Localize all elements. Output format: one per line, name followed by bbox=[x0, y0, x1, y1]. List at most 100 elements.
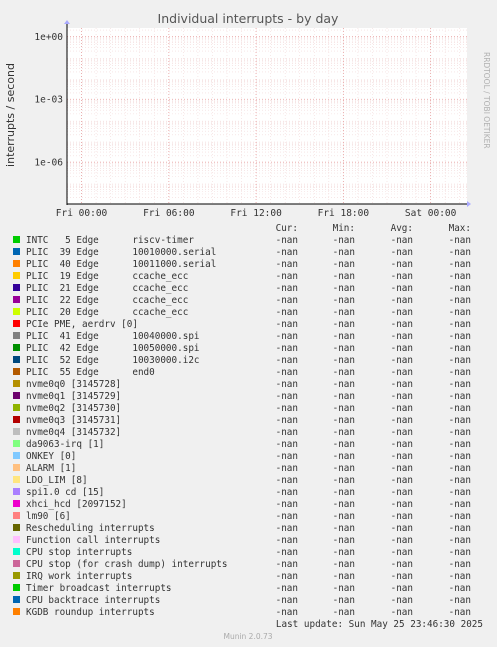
legend-value-avg: -nan bbox=[391, 607, 413, 618]
legend-value-max: -nan bbox=[449, 259, 471, 270]
legend-series-name: PLIC 20 Edge ccache_ecc bbox=[26, 307, 188, 318]
chart-title: Individual interrupts - by day bbox=[158, 11, 340, 26]
legend-value-max: -nan bbox=[449, 283, 471, 294]
legend-series-name: lm90 [6] bbox=[26, 511, 71, 522]
legend-value-max: -nan bbox=[449, 343, 471, 354]
legend-value-avg: -nan bbox=[391, 499, 413, 510]
x-tick-label: Fri 06:00 bbox=[143, 208, 195, 219]
legend-swatch bbox=[13, 428, 20, 435]
legend-value-avg: -nan bbox=[391, 331, 413, 342]
legend-value-min: -nan bbox=[333, 271, 355, 282]
legend-value-cur: -nan bbox=[276, 487, 298, 498]
legend-swatch bbox=[13, 536, 20, 543]
legend-value-cur: -nan bbox=[276, 427, 298, 438]
legend-value-max: -nan bbox=[449, 427, 471, 438]
legend-value-avg: -nan bbox=[391, 295, 413, 306]
legend-value-avg: -nan bbox=[391, 307, 413, 318]
legend-value-max: -nan bbox=[449, 547, 471, 558]
legend-series-name: PLIC 55 Edge end0 bbox=[26, 367, 155, 378]
legend-swatch bbox=[13, 404, 20, 411]
legend-value-avg: -nan bbox=[391, 343, 413, 354]
legend-swatch bbox=[13, 272, 20, 279]
legend-series-name: PLIC 40 Edge 10011000.serial bbox=[26, 259, 216, 270]
legend-value-avg: -nan bbox=[391, 391, 413, 402]
legend-value-max: -nan bbox=[449, 247, 471, 258]
legend-series-name: PLIC 42 Edge 10050000.spi bbox=[26, 343, 200, 354]
legend-swatch bbox=[13, 500, 20, 507]
legend-swatch bbox=[13, 320, 20, 327]
legend-value-avg: -nan bbox=[391, 319, 413, 330]
legend-value-min: -nan bbox=[333, 343, 355, 354]
legend-swatch bbox=[13, 440, 20, 447]
legend-value-cur: -nan bbox=[276, 379, 298, 390]
legend-value-avg: -nan bbox=[391, 583, 413, 594]
legend-value-max: -nan bbox=[449, 415, 471, 426]
legend-swatch bbox=[13, 464, 20, 471]
legend-value-avg: -nan bbox=[391, 271, 413, 282]
legend-value-cur: -nan bbox=[276, 355, 298, 366]
legend-value-min: -nan bbox=[333, 319, 355, 330]
legend-value-min: -nan bbox=[333, 367, 355, 378]
legend-value-max: -nan bbox=[449, 403, 471, 414]
legend-value-cur: -nan bbox=[276, 343, 298, 354]
legend-value-min: -nan bbox=[333, 523, 355, 534]
x-tick-label: Fri 18:00 bbox=[318, 208, 370, 219]
legend-series-name: nvme0q1 [3145729] bbox=[26, 391, 121, 402]
legend-value-max: -nan bbox=[449, 475, 471, 486]
legend-value-cur: -nan bbox=[276, 247, 298, 258]
legend-series-name: INTC 5 Edge riscv-timer bbox=[26, 235, 194, 246]
legend-value-cur: -nan bbox=[276, 415, 298, 426]
legend-value-cur: -nan bbox=[276, 307, 298, 318]
legend-series-name: PLIC 52 Edge 10030000.i2c bbox=[26, 355, 200, 366]
legend-header-avg: Avg: bbox=[391, 223, 413, 234]
legend-value-avg: -nan bbox=[391, 415, 413, 426]
legend-value-avg: -nan bbox=[391, 355, 413, 366]
legend-series-name: PCIe PME, aerdrv [0] bbox=[26, 319, 138, 330]
legend-series-name: Rescheduling interrupts bbox=[26, 523, 155, 534]
legend-value-min: -nan bbox=[333, 379, 355, 390]
legend-value-avg: -nan bbox=[391, 379, 413, 390]
legend-value-min: -nan bbox=[333, 535, 355, 546]
legend-value-min: -nan bbox=[333, 475, 355, 486]
legend-value-avg: -nan bbox=[391, 547, 413, 558]
legend-value-max: -nan bbox=[449, 595, 471, 606]
legend-value-avg: -nan bbox=[391, 559, 413, 570]
legend-value-avg: -nan bbox=[391, 283, 413, 294]
legend-value-cur: -nan bbox=[276, 451, 298, 462]
legend-value-avg: -nan bbox=[391, 439, 413, 450]
legend-series-name: Timer broadcast interrupts bbox=[26, 583, 172, 594]
legend-value-min: -nan bbox=[333, 499, 355, 510]
legend-value-cur: -nan bbox=[276, 559, 298, 570]
legend-series-name: ONKEY [0] bbox=[26, 451, 76, 462]
legend-swatch bbox=[13, 380, 20, 387]
legend-value-min: -nan bbox=[333, 571, 355, 582]
legend-value-min: -nan bbox=[333, 511, 355, 522]
legend-value-min: -nan bbox=[333, 583, 355, 594]
legend-value-cur: -nan bbox=[276, 271, 298, 282]
legend-value-min: -nan bbox=[333, 235, 355, 246]
legend-value-cur: -nan bbox=[276, 259, 298, 270]
legend-value-cur: -nan bbox=[276, 499, 298, 510]
legend-series-name: KGDB roundup interrupts bbox=[26, 607, 155, 618]
legend-value-avg: -nan bbox=[391, 571, 413, 582]
legend-value-max: -nan bbox=[449, 367, 471, 378]
legend-value-min: -nan bbox=[333, 403, 355, 414]
legend-value-avg: -nan bbox=[391, 367, 413, 378]
legend-value-max: -nan bbox=[449, 307, 471, 318]
legend-series-name: da9063-irq [1] bbox=[26, 439, 104, 450]
legend-value-avg: -nan bbox=[391, 475, 413, 486]
legend-swatch bbox=[13, 572, 20, 579]
legend-value-cur: -nan bbox=[276, 391, 298, 402]
legend-series-name: nvme0q0 [3145728] bbox=[26, 379, 121, 390]
legend-value-cur: -nan bbox=[276, 547, 298, 558]
legend-value-max: -nan bbox=[449, 331, 471, 342]
legend-value-min: -nan bbox=[333, 283, 355, 294]
legend-value-max: -nan bbox=[449, 271, 471, 282]
legend-value-avg: -nan bbox=[391, 535, 413, 546]
y-tick-label: 1e+00 bbox=[34, 32, 63, 43]
legend-value-avg: -nan bbox=[391, 259, 413, 270]
y-tick-label: 1e-06 bbox=[34, 158, 63, 169]
plot-background bbox=[67, 28, 467, 204]
legend-value-cur: -nan bbox=[276, 319, 298, 330]
legend-value-cur: -nan bbox=[276, 523, 298, 534]
